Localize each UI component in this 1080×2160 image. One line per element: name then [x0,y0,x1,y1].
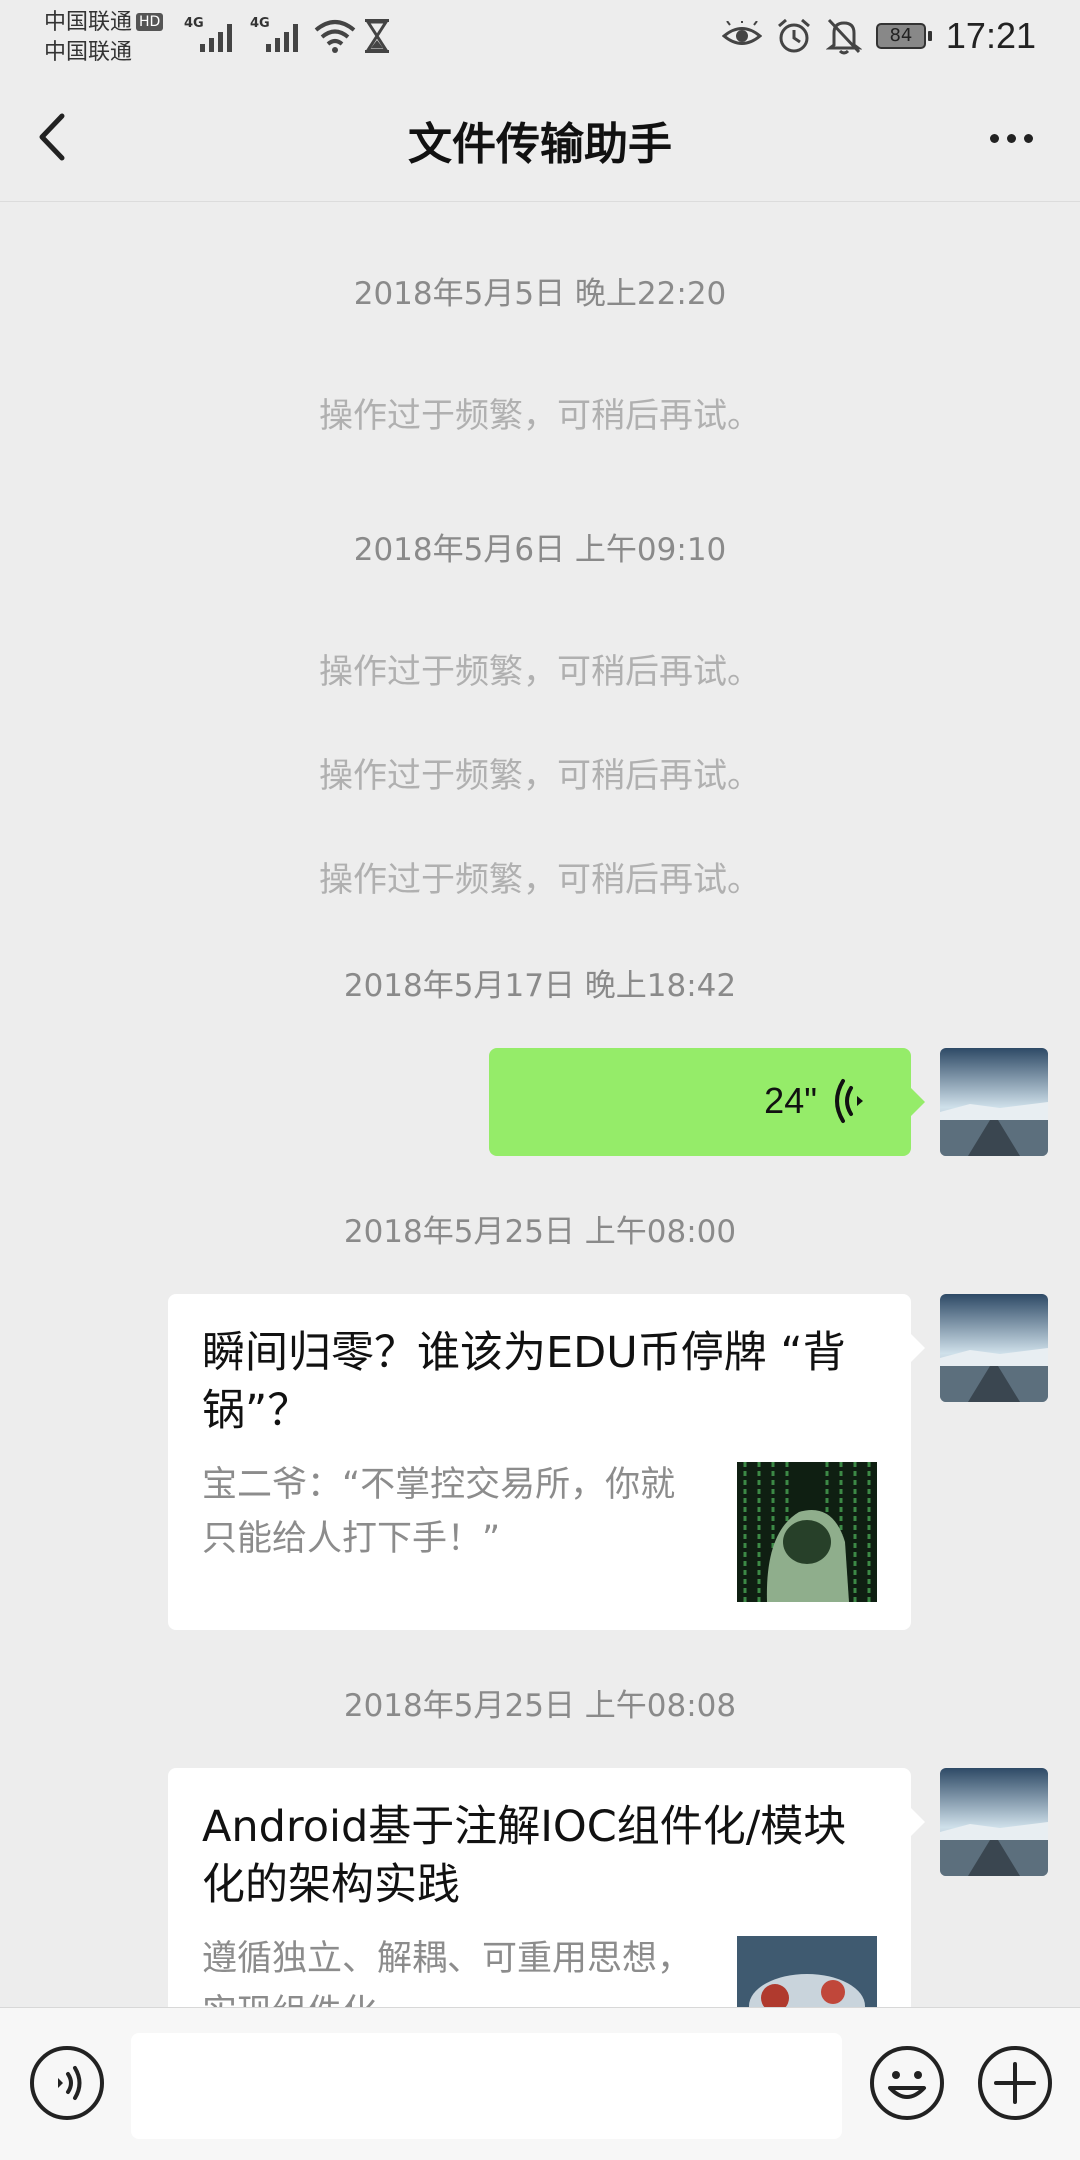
mute-icon [825,18,862,55]
article-card[interactable]: 瞬间归零？谁该为EDU币停牌 “背锅”？ 宝二爷：“不掌控交易所，你就只能给人打… [168,1294,925,1630]
status-right: 84 17:21 [721,14,1036,58]
hourglass-icon [365,19,389,53]
food-photo-image [737,1936,877,2007]
message-input[interactable] [131,2033,842,2139]
article-title: 瞬间归零？谁该为EDU币停牌 “背锅”？ [202,1328,846,1436]
system-message: 操作过于频繁，可稍后再试。 [319,652,761,692]
system-message: 操作过于频繁，可稍后再试。 [319,756,761,796]
system-message: 操作过于频繁，可稍后再试。 [319,396,761,436]
hooded-figure-image [737,1462,877,1602]
timestamp: 2018年5月25日 上午08:00 [343,1214,737,1250]
voice-wave-icon [835,1079,863,1123]
more-icon [990,134,999,143]
status-time: 17:21 [945,15,1036,56]
carrier-2-label: 中国联通 [44,40,133,65]
article-card[interactable]: Android基于注解IOC组件化/模块化的架构实践 遵循独立、解耦、可重用思想… [168,1768,925,2007]
avatar-landscape-image [940,1048,1048,1156]
article-thumbnail [737,1936,877,2007]
more-actions-button[interactable] [976,2044,1054,2122]
carrier-1-label: 中国联通 [44,10,133,35]
avatar[interactable] [940,1048,1048,1156]
signal-bars-icon [200,24,232,52]
chat-header: 文件传输助手 [0,72,1080,202]
timestamp: 2018年5月5日 晚上22:20 [353,276,727,312]
alarm-icon [777,18,810,53]
timestamp: 2018年5月17日 晚上18:42 [343,968,737,1004]
article-description: 宝二爷：“不掌控交易所，你就只能给人打下手！” [202,1465,676,1559]
input-bar [0,2007,1080,2160]
article-thumbnail [737,1462,877,1602]
timestamp: 2018年5月6日 上午09:10 [353,532,727,568]
plus-icon [978,2046,1052,2120]
voice-mode-button[interactable] [28,2044,106,2122]
carrier-info: 中国联通 HD 中国联通 [44,8,164,68]
battery-level: 84 [875,23,926,49]
voice-message-bubble[interactable]: 24" [489,1048,925,1156]
more-button[interactable] [986,120,1046,160]
timestamp: 2018年5月25日 上午08:08 [343,1688,737,1724]
system-message: 操作过于频繁，可稍后再试。 [319,860,761,900]
signal-1: 4G [184,16,240,54]
emoji-icon [870,2046,944,2120]
chat-history[interactable]: 2018年5月5日 晚上22:20 操作过于频繁，可稍后再试。 2018年5月6… [0,202,1080,2007]
signal-bars-icon [266,24,298,52]
avatar-landscape-image [940,1768,1048,1876]
avatar[interactable] [940,1294,1048,1402]
eye-icon [721,21,762,45]
status-bar: 中国联通 HD 中国联通 4G 4G 84 17:21 [0,0,1080,72]
page-title: 文件传输助手 [408,119,672,170]
article-title: Android基于注解IOC组件化/模块化的架构实践 [202,1802,847,1910]
avatar[interactable] [940,1768,1048,1876]
hd-badge: HD [136,13,164,31]
wifi-icon [314,20,356,53]
voice-mode-icon [30,2046,104,2120]
article-description: 遵循独立、解耦、可重用思想，实现组件化 [202,1939,693,2007]
avatar-landscape-image [940,1294,1048,1402]
battery-indicator: 84 [875,23,932,49]
signal-2: 4G [250,16,306,54]
emoji-button[interactable] [868,2044,946,2122]
voice-duration: 24" [764,1080,817,1121]
